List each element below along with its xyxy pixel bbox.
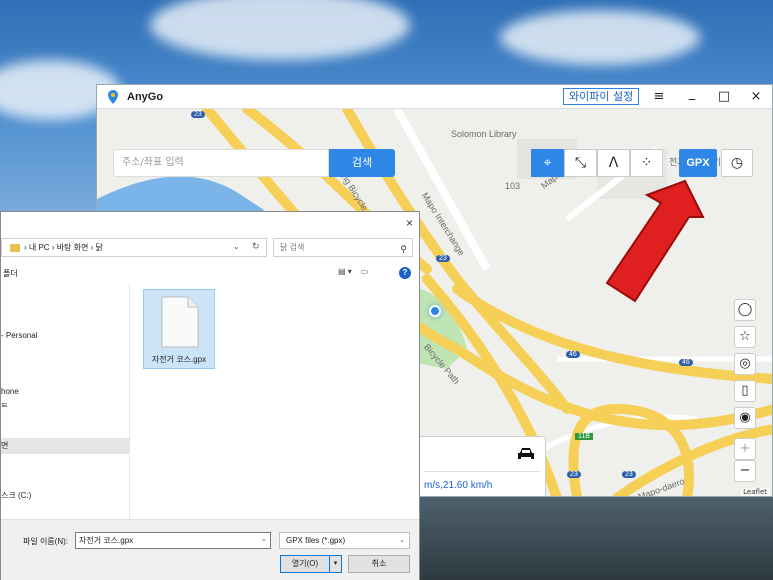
map-label-building: 103 [505,181,521,191]
history-button[interactable]: ◷ [721,149,753,177]
address-bar[interactable]: › 내 PC › 바탕 화면 › 닭 [1,238,267,257]
red-arrow-annotation [605,179,705,303]
search-button[interactable]: 검색 [329,149,395,177]
title-bar: AnyGo 와이파이 설정 ≡ _ □ × [97,85,772,109]
menu-icon[interactable]: ≡ [649,88,669,106]
filename-input[interactable]: 자전거 코스.gpx [75,532,271,549]
help-icon[interactable]: ? [399,267,411,279]
file-open-dialog: × › 내 PC › 바탕 화면 › 닭 ⌄ ↻ 닭 검색 ⚲ 폴더 ▤ ▾ ▭… [0,211,420,580]
chevron-down-icon[interactable]: ⌄ [233,242,240,251]
dialog-toolbar: 폴더 ▤ ▾ ▭ ? [1,264,419,282]
speed-panel: m/s,21.60 km/h [419,436,546,496]
close-icon[interactable]: × [746,88,766,106]
route-badge: 23 [622,471,636,478]
file-type-select[interactable]: GPX files (*.gpx) ⌄ [279,532,410,549]
search-icon: ⚲ [400,244,407,254]
two-spot-mode-button[interactable]: ⤡ [564,149,597,177]
favorite-icon[interactable]: ☆ [734,326,756,348]
cloud [150,0,410,60]
speed-readout: m/s,21.60 km/h [424,480,493,491]
leaflet-attribution[interactable]: Leaflet [741,488,769,496]
view-options-icon[interactable]: ▤ ▾ ▭ [338,267,368,276]
compass-icon[interactable]: ◎ [734,353,756,375]
multi-spot-mode-button[interactable]: ᐱ [597,149,630,177]
route-badge: 23 [567,471,581,478]
gpx-file-item[interactable]: 자전거 코스.gpx [143,289,215,369]
dialog-footer: 파일 이름(N): 자전거 코스.gpx ⌄ GPX files (*.gpx)… [1,519,419,580]
folder-search-input[interactable]: 닭 검색 ⚲ [273,238,413,257]
folder-icon [10,243,20,252]
document-icon [161,296,199,348]
cloud [500,10,700,65]
route-badge: 23 [436,255,450,262]
car-icon[interactable] [517,447,535,461]
current-location-marker[interactable] [429,305,441,317]
file-name-label: 자전거 코스.gpx [151,355,207,364]
wifi-settings-button[interactable]: 와이파이 설정 [563,88,640,105]
route-badge: 46 [679,359,693,366]
close-icon[interactable]: × [406,216,413,230]
location-pin-icon [108,89,118,104]
navigation-pane: - Personal hone ㅌ 면 스크 (C:) [1,284,130,519]
address-search-input[interactable]: 주소/좌표 입력 [113,149,329,177]
maximize-icon[interactable]: □ [714,88,734,106]
route-badge: 23 [191,111,205,118]
nav-item-desktop[interactable]: 면 [1,438,130,454]
app-title: AnyGo [127,90,164,103]
open-dropdown-button[interactable]: ▾ [330,555,342,573]
minimize-icon[interactable]: _ [682,85,702,103]
gpx-import-button[interactable]: GPX [679,149,717,177]
zoom-out-icon[interactable]: − [734,460,756,482]
nav-item-local-disk[interactable]: 스크 (C:) [1,488,130,504]
refresh-icon[interactable]: ↻ [252,241,260,252]
nav-item-misc[interactable]: ㅌ [1,398,130,414]
teleport-mode-button[interactable]: ⌖ [531,149,564,177]
nav-item-onedrive[interactable]: - Personal [1,328,130,344]
route-badge: 11B [575,433,593,440]
chevron-down-icon: ⌄ [399,537,405,544]
breadcrumb[interactable]: › 내 PC › 바탕 화면 › 닭 [24,242,103,253]
device-icon[interactable]: ▯ [734,380,756,402]
toggle-switch[interactable]: ◯ [734,299,756,321]
cancel-button[interactable]: 취소 [348,555,410,573]
filename-label: 파일 이름(N): [23,537,68,546]
zoom-in-icon[interactable]: + [734,438,756,460]
new-folder-button[interactable]: 폴더 [3,268,18,279]
open-button[interactable]: 열기(O) [280,555,330,573]
search-placeholder: 닭 검색 [280,243,305,252]
locate-icon[interactable]: ◉ [734,407,756,429]
map-label-library: Solomon Library [451,129,517,139]
route-badge: 46 [566,351,580,358]
divider [424,471,540,472]
file-type-value: GPX files (*.gpx) [286,536,346,545]
chevron-down-icon[interactable]: ⌄ [261,535,267,543]
joystick-mode-button[interactable]: ⁘ [630,149,663,177]
